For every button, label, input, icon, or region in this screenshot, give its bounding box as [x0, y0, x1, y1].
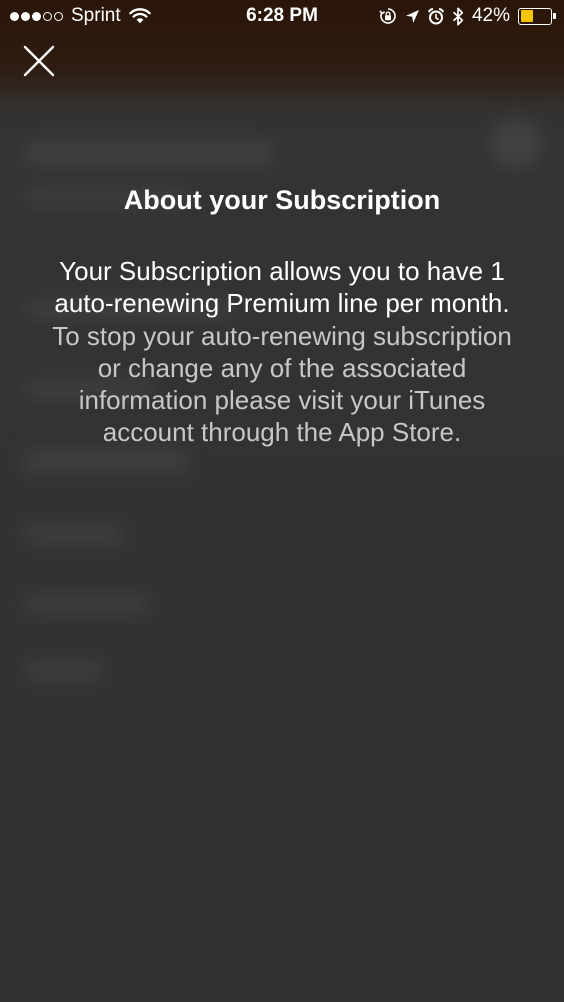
status-left: Sprint: [10, 5, 151, 27]
blurred-avatar: [490, 118, 542, 170]
blurred-line: [24, 595, 149, 613]
signal-dot: [54, 11, 63, 21]
bluetooth-icon: [452, 7, 464, 26]
blurred-heading: [24, 140, 274, 166]
orientation-lock-icon: [379, 7, 397, 25]
blurred-line: [24, 450, 189, 472]
modal-title: About your Subscription: [123, 185, 441, 215]
body-secondary-text: To stop your auto-renewing subscription …: [52, 320, 512, 448]
close-button[interactable]: [22, 44, 56, 78]
blurred-line: [24, 662, 104, 680]
signal-dot: [10, 11, 19, 21]
alarm-icon: [427, 7, 444, 25]
battery-fill: [520, 10, 533, 22]
signal-dot: [21, 11, 30, 21]
modal-body: Your Subscription allows you to have 1 a…: [40, 255, 524, 449]
close-icon: [23, 45, 55, 77]
carrier-name: Sprint: [71, 5, 121, 26]
body-primary-text: Your Subscription allows you to have 1 a…: [54, 256, 510, 319]
subscription-info-screen: Sprint 6:28 PM 42% About your Subscripti…: [0, 0, 564, 1002]
signal-strength-icon: [10, 11, 63, 21]
battery-percent: 42%: [471, 5, 510, 26]
blurred-line: [24, 525, 124, 543]
signal-dot: [32, 11, 41, 21]
location-arrow-icon: [405, 9, 420, 24]
blurred-background-content: [0, 0, 564, 1002]
wifi-icon: [128, 8, 151, 24]
signal-dot: [43, 11, 52, 21]
battery-tip: [553, 13, 556, 19]
battery-icon: [518, 7, 556, 25]
status-right: 42%: [379, 5, 556, 27]
status-bar: Sprint 6:28 PM 42%: [0, 0, 564, 32]
